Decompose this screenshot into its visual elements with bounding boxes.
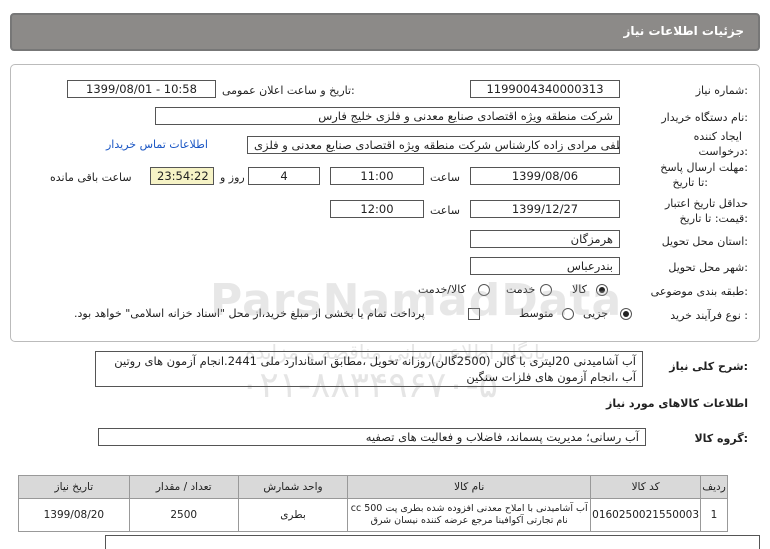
goods-group-field: آب رسانی؛ مدیریت پسماند، فاضلاب و فعالیت… — [98, 428, 646, 446]
table-row: 1 0160250021550003 آب آشامیدنی با املاح … — [18, 498, 728, 532]
cell-code: 0160250021550003 — [590, 498, 702, 532]
contact-buyer-link[interactable]: اطلاعات تماس خریدار — [106, 138, 208, 151]
col-qty: تعداد / مقدار — [128, 475, 239, 499]
description-box: آب آشامیدنی 20لیتری با گالن (2500گالن)رو… — [95, 351, 643, 387]
page-header: جزئیات اطلاعات نیاز — [10, 13, 760, 51]
city-field: بندرعباس — [470, 257, 620, 275]
validity-label-2: قیمت: تا تاریخ: — [679, 212, 748, 225]
page-title: جزئیات اطلاعات نیاز — [623, 24, 744, 38]
creator-label-1: ایجاد کننده — [693, 130, 742, 143]
validity-time-field: 12:00 — [330, 200, 424, 218]
col-code: کد کالا — [590, 475, 702, 499]
deadline-label-1: مهلت ارسال پاسخ: — [660, 161, 748, 174]
items-table-header: ردیف کد کالا نام کالا واحد شمارش تعداد /… — [18, 475, 728, 499]
province-field: هرمزگان — [470, 230, 620, 248]
need-number-label: شماره نیاز: — [695, 84, 748, 97]
creator-label-2: درخواست: — [698, 145, 749, 158]
col-name: نام کالا — [347, 475, 592, 499]
validity-label-1: حداقل تاریخ اعتبار — [664, 197, 748, 210]
need-number-field: 1199004340000313 — [470, 80, 620, 98]
cell-name: آب آشامیدنی با املاح معدنی افزوده شده بط… — [347, 498, 592, 532]
description-label: شرح کلی نیاز: — [669, 360, 748, 373]
watermark-brand: ParsNamadData — [210, 275, 623, 326]
buyer-label: نام دستگاه خریدار: — [661, 111, 748, 124]
remaining-label: ساعت باقی مانده — [50, 171, 132, 184]
deadline-time-field: 11:00 — [330, 167, 424, 185]
col-unit: واحد شمارش — [237, 475, 349, 499]
cell-qty: 2500 — [128, 498, 239, 532]
cell-unit: بطری — [237, 498, 349, 532]
col-row: ردیف — [700, 475, 728, 499]
deadline-label-2: تا تاریخ: — [672, 176, 708, 189]
cell-date: 1399/08/20 — [18, 498, 130, 532]
validity-time-label: ساعت — [430, 204, 460, 217]
cell-name-line-2: نام تجارتی آکوافینا مرجع عرضه کننده نیسا… — [370, 515, 568, 526]
days-label: روز و — [220, 171, 245, 184]
goods-info-title: اطلاعات کالاهای مورد نیاز — [606, 397, 748, 410]
cell-row: 1 — [700, 498, 728, 532]
province-label: استان محل تحویل: — [661, 235, 748, 248]
cell-name-line-1: آب آشامیدنی با املاح معدنی افزوده شده بط… — [350, 503, 588, 514]
days-field: 4 — [248, 167, 320, 185]
goods-group-label: گروه کالا: — [694, 432, 748, 445]
deadline-date-field: 1399/08/06 — [470, 167, 620, 185]
buyer-field: شرکت منطقه ویژه اقتصادی صنایع معدنی و فل… — [155, 107, 620, 125]
next-section-box — [105, 535, 760, 549]
announce-field: 1399/08/01 - 10:58 — [67, 80, 216, 98]
process-label: نوع فرآیند خرید : — [670, 309, 748, 322]
city-label: شهر محل تحویل: — [668, 261, 748, 274]
items-table: ردیف کد کالا نام کالا واحد شمارش تعداد /… — [18, 475, 728, 532]
validity-date-field: 1399/12/27 — [470, 200, 620, 218]
category-label: طبقه بندی موضوعی: — [650, 285, 748, 298]
col-date: تاریخ نیاز — [18, 475, 130, 499]
remaining-time-field: 23:54:22 — [150, 167, 214, 185]
announce-label: تاریخ و ساعت اعلان عمومی: — [222, 84, 355, 97]
deadline-time-label: ساعت — [430, 171, 460, 184]
creator-field: مصطفی مرادی زاده کارشناس شرکت منطقه ویژه… — [247, 136, 620, 154]
